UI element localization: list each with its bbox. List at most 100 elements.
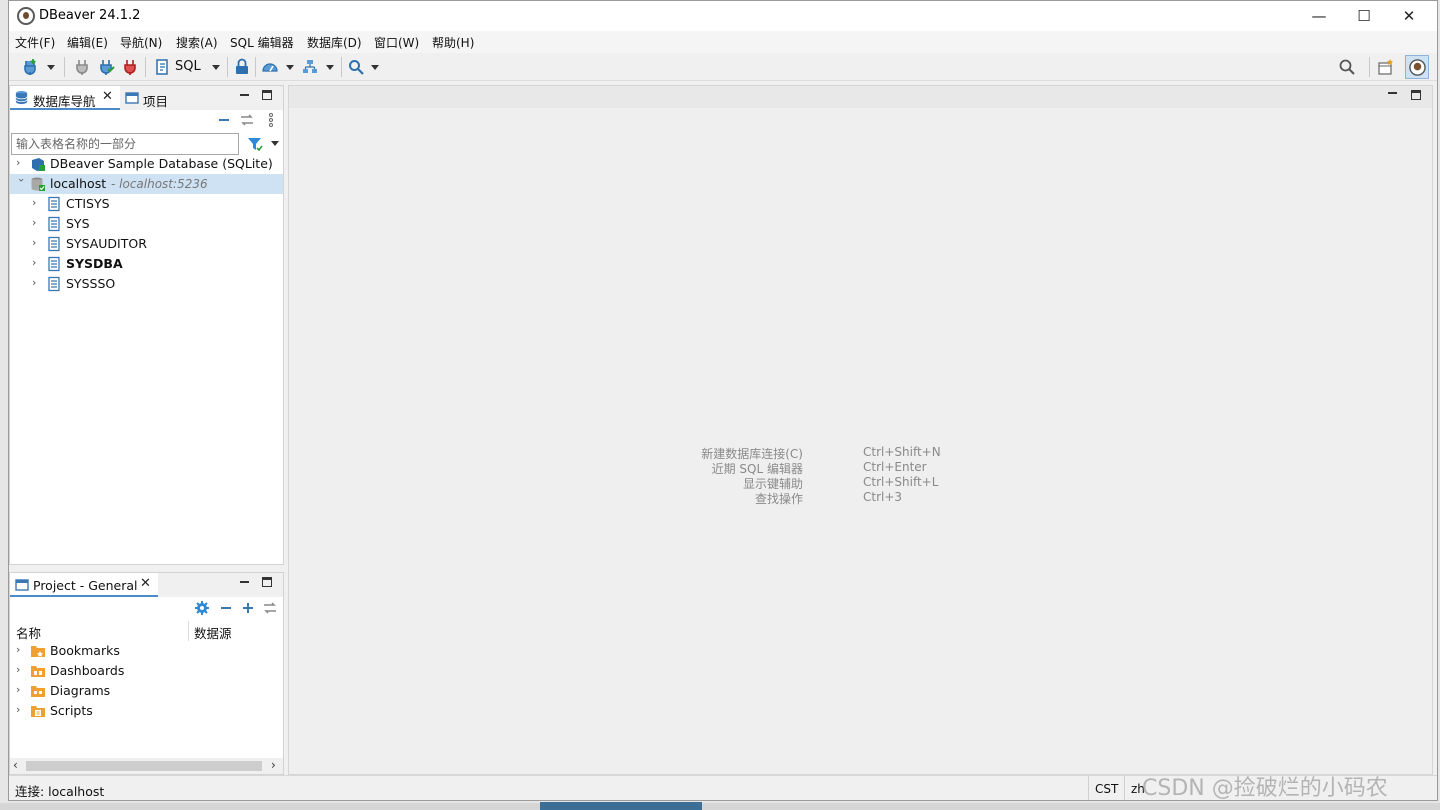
chevron-right-icon[interactable]: ›	[16, 684, 26, 695]
disconnect-all-icon[interactable]	[121, 58, 139, 76]
maximize-panel-button[interactable]	[262, 577, 272, 587]
hint-find-actions: 查找操作 Ctrl+3	[709, 490, 909, 506]
maximize-panel-button[interactable]	[262, 90, 272, 100]
project-item-dashboards[interactable]: › Dashboards	[10, 661, 283, 681]
collapse-all-icon[interactable]	[219, 602, 233, 614]
title-bar: DBeaver 24.1.2 — ☐ ✕	[9, 1, 1437, 31]
global-search-icon[interactable]	[1338, 58, 1356, 76]
toolbar-separator	[227, 57, 228, 77]
horizontal-scrollbar[interactable]: ‹ ›	[10, 758, 283, 774]
menu-sql-editor[interactable]: SQL 编辑器	[230, 34, 294, 51]
filter-icon[interactable]	[247, 136, 263, 152]
project-item-label: Scripts	[50, 703, 93, 718]
tree-item-schema-sysauditor[interactable]: › SYSAUDITOR	[10, 234, 283, 254]
hint-show-key-assist: 显示键辅助 Ctrl+Shift+L	[709, 475, 938, 491]
gear-icon[interactable]	[194, 600, 210, 616]
close-tab-icon[interactable]: ✕	[140, 576, 151, 591]
column-header-datasource[interactable]: 数据源	[194, 623, 232, 642]
background-strip	[0, 803, 1440, 810]
expand-all-icon[interactable]	[241, 601, 255, 615]
chevron-right-icon[interactable]: ›	[32, 237, 42, 248]
maximize-button[interactable]: ☐	[1341, 1, 1387, 31]
tab-database-navigator[interactable]: 数据库导航 ✕	[10, 86, 120, 110]
chevron-right-icon[interactable]: ›	[32, 197, 42, 208]
lock-icon[interactable]	[233, 58, 251, 76]
minimize-editor-button[interactable]	[1386, 88, 1398, 100]
menu-navigate[interactable]: 导航(N)	[120, 34, 162, 51]
database-navigator-icon	[15, 90, 28, 105]
connect-icon[interactable]	[97, 58, 115, 76]
new-connection-dropdown[interactable]	[47, 65, 55, 70]
menu-edit[interactable]: 编辑(E)	[67, 34, 108, 51]
link-with-editor-icon[interactable]	[262, 601, 278, 615]
menu-window[interactable]: 窗口(W)	[374, 34, 419, 51]
search-dropdown[interactable]	[371, 65, 379, 70]
tree-item-label: localhost	[50, 176, 107, 191]
link-with-editor-icon[interactable]	[239, 113, 255, 127]
schema-icon	[48, 276, 60, 292]
search-icon[interactable]	[347, 58, 365, 76]
tree-item-localhost[interactable]: › localhost - localhost:5236	[10, 174, 283, 194]
menu-help[interactable]: 帮助(H)	[432, 34, 474, 51]
sql-dropdown[interactable]	[212, 65, 220, 70]
column-divider[interactable]	[188, 621, 189, 641]
maximize-editor-button[interactable]	[1411, 90, 1421, 100]
sql-button-label[interactable]: SQL	[175, 59, 201, 74]
tab-project-general[interactable]: Project - General ✕	[10, 573, 158, 597]
close-tab-icon[interactable]: ✕	[102, 89, 113, 104]
tab-projects[interactable]: 项目	[143, 91, 168, 110]
tree-item-schema-ctisys[interactable]: › CTISYS	[10, 194, 283, 214]
close-button[interactable]: ✕	[1386, 1, 1432, 31]
dbeaver-perspective-button[interactable]	[1405, 55, 1429, 79]
scroll-right-icon[interactable]: ›	[271, 758, 276, 772]
navigator-dropdown[interactable]	[326, 65, 334, 70]
tree-item-schema-syssso[interactable]: › SYSSSO	[10, 274, 283, 294]
tab-database-navigator-label: 数据库导航	[33, 94, 96, 109]
chevron-right-icon[interactable]: ›	[16, 644, 26, 655]
hint-shortcut: Ctrl+3	[863, 490, 903, 504]
tree-item-sample-database[interactable]: › DBeaver Sample Database (SQLite)	[10, 154, 283, 174]
toolbar-separator	[1369, 57, 1370, 77]
new-connection-icon[interactable]	[21, 58, 39, 76]
dashboard-dropdown[interactable]	[286, 65, 294, 70]
table-filter-input[interactable]	[11, 133, 239, 155]
dashboard-icon[interactable]	[261, 58, 279, 76]
hint-recent-sql-editor: 近期 SQL 编辑器 Ctrl+Enter	[709, 460, 927, 476]
chevron-right-icon[interactable]: ›	[16, 664, 26, 675]
view-menu-icon[interactable]	[267, 112, 275, 128]
tree-item-schema-sys[interactable]: › SYS	[10, 214, 283, 234]
minimize-panel-button[interactable]	[238, 577, 250, 589]
chevron-right-icon[interactable]: ›	[32, 277, 42, 288]
menu-database[interactable]: 数据库(D)	[307, 34, 362, 51]
timezone-indicator[interactable]: CST	[1088, 776, 1122, 800]
minimize-button[interactable]: —	[1296, 1, 1342, 31]
menu-search[interactable]: 搜索(A)	[176, 34, 218, 51]
column-header-name[interactable]: 名称	[16, 623, 41, 642]
minimize-panel-button[interactable]	[238, 90, 250, 102]
project-item-scripts[interactable]: › Scripts	[10, 701, 283, 721]
disconnect-icon[interactable]	[73, 58, 91, 76]
toolbar-separator	[64, 57, 65, 77]
hint-shortcut: Ctrl+Shift+N	[863, 445, 941, 459]
project-item-label: Dashboards	[50, 663, 125, 678]
scroll-left-icon[interactable]: ‹	[13, 758, 18, 772]
collapse-all-icon[interactable]	[217, 114, 231, 126]
scrollbar-thumb[interactable]	[26, 761, 262, 771]
filter-dropdown[interactable]	[271, 141, 279, 146]
chevron-right-icon[interactable]: ›	[16, 157, 26, 168]
scripts-folder-icon	[31, 706, 45, 717]
chevron-right-icon[interactable]: ›	[16, 704, 26, 715]
project-item-diagrams[interactable]: › Diagrams	[10, 681, 283, 701]
schema-icon	[48, 256, 60, 272]
chevron-right-icon[interactable]: ›	[32, 217, 42, 228]
perspective-icon[interactable]	[1377, 58, 1395, 76]
sql-editor-icon[interactable]	[154, 58, 172, 76]
chevron-down-icon[interactable]: ›	[15, 178, 28, 188]
navigator-icon[interactable]	[301, 58, 319, 76]
dbeaver-window: DBeaver 24.1.2 — ☐ ✕ 文件(F) 编辑(E) 导航(N) 搜…	[8, 0, 1438, 801]
chevron-right-icon[interactable]: ›	[32, 257, 42, 268]
tree-item-schema-sysdba[interactable]: › SYSDBA	[10, 254, 283, 274]
project-item-bookmarks[interactable]: › Bookmarks	[10, 641, 283, 661]
menu-file[interactable]: 文件(F)	[15, 34, 55, 51]
toolbar-separator	[341, 57, 342, 77]
